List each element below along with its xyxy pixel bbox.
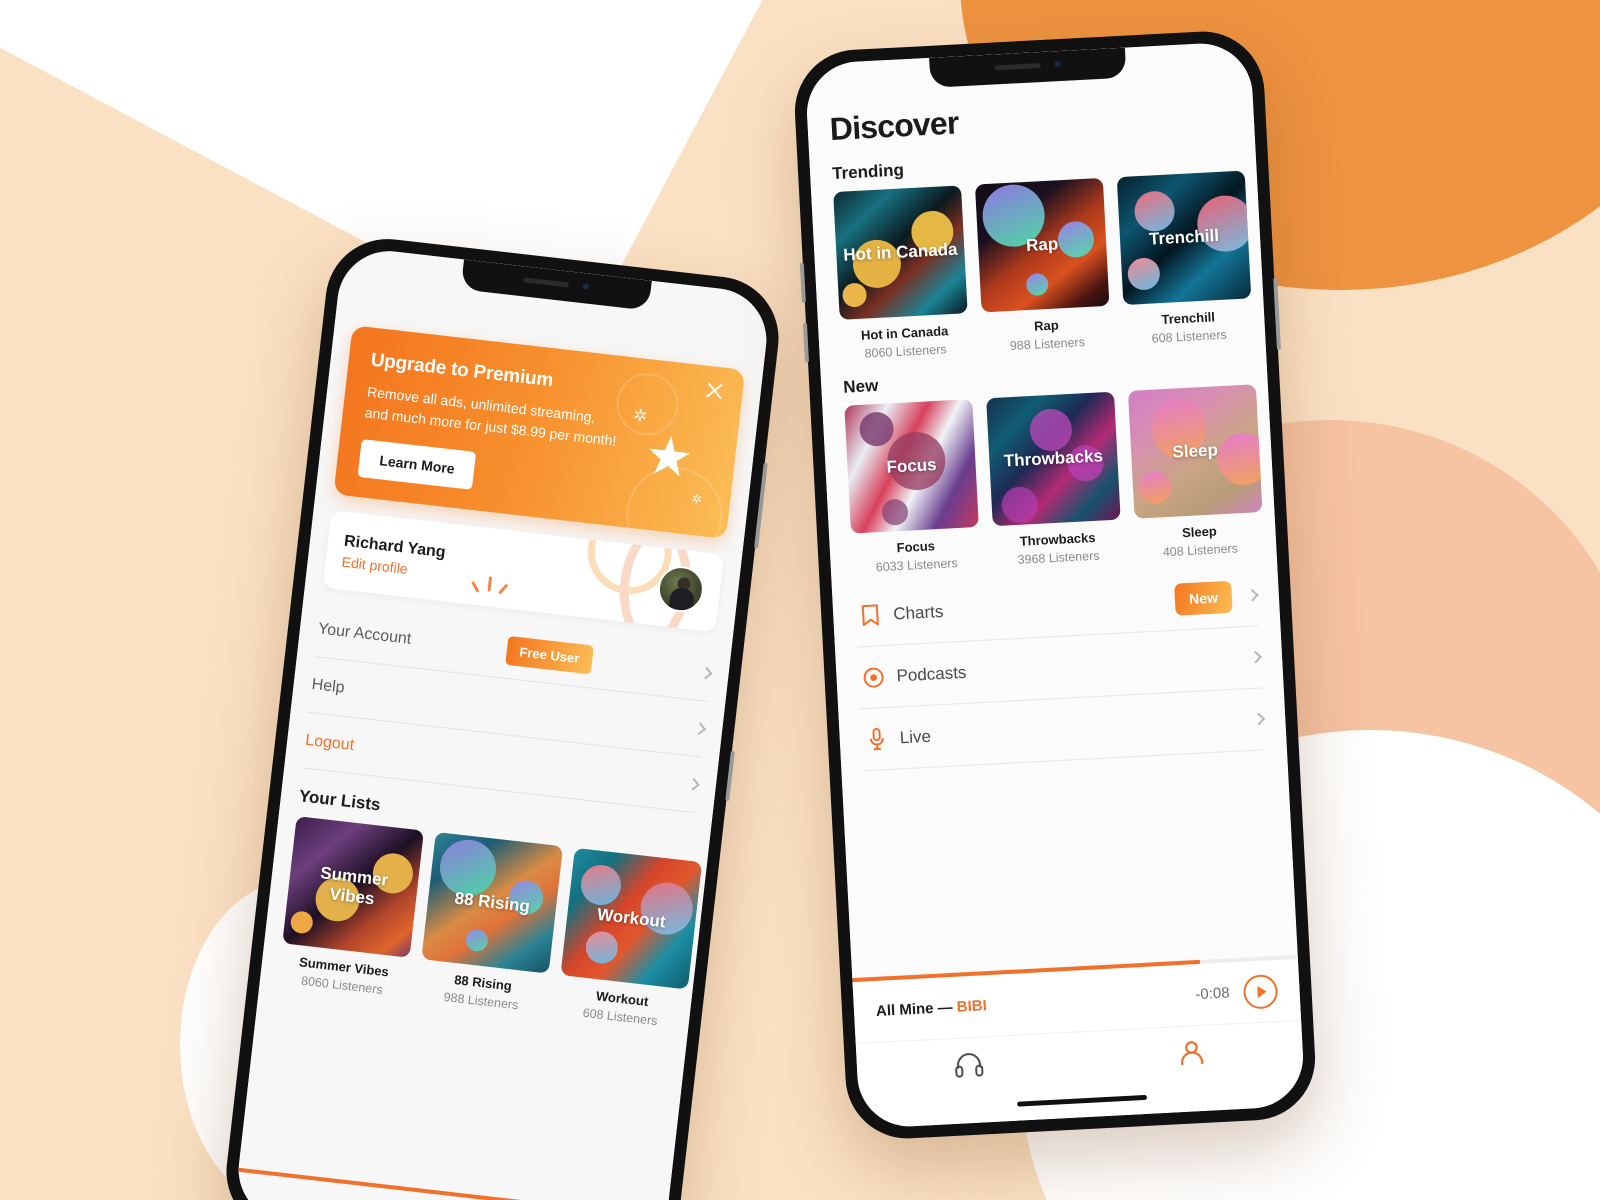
track-artist: BIBI	[956, 997, 988, 1016]
now-playing-track: All Mine — BIBI	[876, 997, 988, 1020]
record-circle-icon	[858, 665, 889, 689]
volume-down-button[interactable]	[802, 322, 810, 363]
list-item[interactable]: Hot in Canada Hot in Canada 8060 Listene…	[833, 185, 970, 361]
your-lists-row: Summer Vibes Summer Vibes 8060 Listeners…	[260, 814, 707, 1032]
nav-label: Live	[899, 726, 932, 747]
volume-up-button[interactable]	[799, 262, 806, 303]
bookmark-icon	[855, 603, 886, 627]
sparkle-icon	[471, 575, 509, 597]
station-listeners: 608 Listeners	[1151, 327, 1228, 346]
tab-listen[interactable]	[856, 1046, 1080, 1089]
station-name: Focus	[896, 538, 936, 556]
status-badge: New	[1174, 580, 1233, 616]
station-listeners: 8060 Listeners	[864, 342, 947, 361]
track-separator: —	[933, 998, 958, 1017]
station-artwork[interactable]: Sleep	[1127, 384, 1263, 519]
list-item[interactable]: Throwbacks Throwbacks 3968 Listeners	[986, 391, 1123, 568]
discover-screen: Discover Trending Hot in Canada Hot in C…	[804, 41, 1306, 1129]
playback-progress-bar[interactable]	[238, 1167, 667, 1200]
list-item[interactable]: Workout Workout 608 Listeners	[556, 847, 703, 1031]
station-artwork[interactable]: Throwbacks	[986, 391, 1121, 527]
station-artwork-label: Rap	[1025, 234, 1059, 256]
playlist-artwork[interactable]: Summer Vibes	[282, 816, 424, 958]
chevron-right-icon	[1249, 650, 1262, 664]
station-artwork[interactable]: Trenchill	[1116, 170, 1252, 306]
station-artwork-label: Hot in Canada	[842, 239, 958, 265]
tab-profile[interactable]	[1079, 1035, 1303, 1078]
account-tier-badge: Free User	[505, 635, 594, 675]
page-title: Discover	[829, 104, 964, 148]
person-icon	[1177, 1040, 1207, 1072]
menu-label: Help	[310, 675, 346, 697]
sparkle-icon: ✲	[631, 405, 649, 427]
chevron-right-icon	[687, 777, 700, 791]
station-artwork[interactable]: Hot in Canada	[833, 185, 968, 320]
headphones-icon	[953, 1051, 985, 1084]
speaker-grille	[994, 62, 1041, 70]
time-remaining: -0:08	[1194, 984, 1231, 1004]
phone-right-mockup: Discover Trending Hot in Canada Hot in C…	[791, 28, 1319, 1142]
station-artwork-label: Focus	[886, 455, 938, 477]
track-title: All Mine	[875, 999, 934, 1020]
station-artwork[interactable]: Rap	[974, 177, 1110, 313]
play-icon[interactable]	[1242, 973, 1279, 1010]
list-item[interactable]: Trenchill Trenchill 608 Listeners	[1116, 170, 1254, 347]
chevron-right-icon	[699, 666, 713, 680]
list-item[interactable]: Sleep Sleep 408 Listeners	[1127, 384, 1265, 560]
chevron-right-icon	[1252, 712, 1266, 726]
discover-nav-list: Charts New Podcasts Live	[853, 564, 1266, 772]
playback-progress-bar[interactable]	[852, 954, 1298, 983]
settings-menu: Your Account Free User Help Logout	[302, 601, 714, 814]
trending-row: Hot in Canada Hot in Canada 8060 Listene…	[811, 170, 1265, 363]
chevron-right-icon	[1245, 588, 1259, 602]
microphone-icon	[861, 726, 892, 752]
station-name: Sleep	[1181, 523, 1218, 541]
nav-label: Charts	[892, 601, 944, 623]
speaker-grille	[523, 276, 570, 288]
station-listeners: 3968 Listeners	[1017, 548, 1100, 567]
list-item[interactable]: Focus Focus 6033 Listeners	[844, 399, 981, 575]
menu-label: Your Account	[317, 619, 413, 648]
premium-upgrade-card[interactable]: Upgrade to Premium Remove all ads, unlim…	[333, 325, 746, 539]
station-listeners: 988 Listeners	[1009, 335, 1086, 354]
station-name: Rap	[1033, 317, 1060, 334]
playlist-artwork[interactable]: Workout	[560, 847, 703, 990]
station-artwork-label: Sleep	[1172, 440, 1219, 462]
station-listeners: 408 Listeners	[1162, 541, 1239, 560]
star-icon: ★	[641, 424, 697, 490]
front-camera	[1054, 60, 1061, 68]
list-item[interactable]: Rap Rap 988 Listeners	[974, 177, 1112, 354]
station-artwork[interactable]: Focus	[844, 399, 979, 534]
new-row: Focus Focus 6033 Listeners Throwbacks Th…	[822, 384, 1276, 577]
sparkle-icon: ✲	[690, 490, 704, 507]
station-name: Hot in Canada	[860, 323, 949, 343]
chevron-right-icon	[693, 722, 707, 735]
station-name: Trenchill	[1161, 309, 1216, 328]
nav-label: Podcasts	[896, 662, 967, 685]
station-name: Throwbacks	[1019, 529, 1096, 549]
list-item[interactable]: 88 Rising 88 Rising 988 Listeners	[417, 831, 564, 1015]
list-item[interactable]: Summer Vibes Summer Vibes 8060 Listeners	[278, 816, 424, 999]
station-listeners: 6033 Listeners	[875, 556, 959, 575]
playlist-artwork[interactable]: 88 Rising	[421, 831, 564, 974]
close-icon[interactable]	[704, 380, 726, 402]
learn-more-button[interactable]: Learn More	[357, 439, 477, 490]
front-camera	[582, 283, 590, 290]
menu-label: Logout	[304, 731, 356, 754]
